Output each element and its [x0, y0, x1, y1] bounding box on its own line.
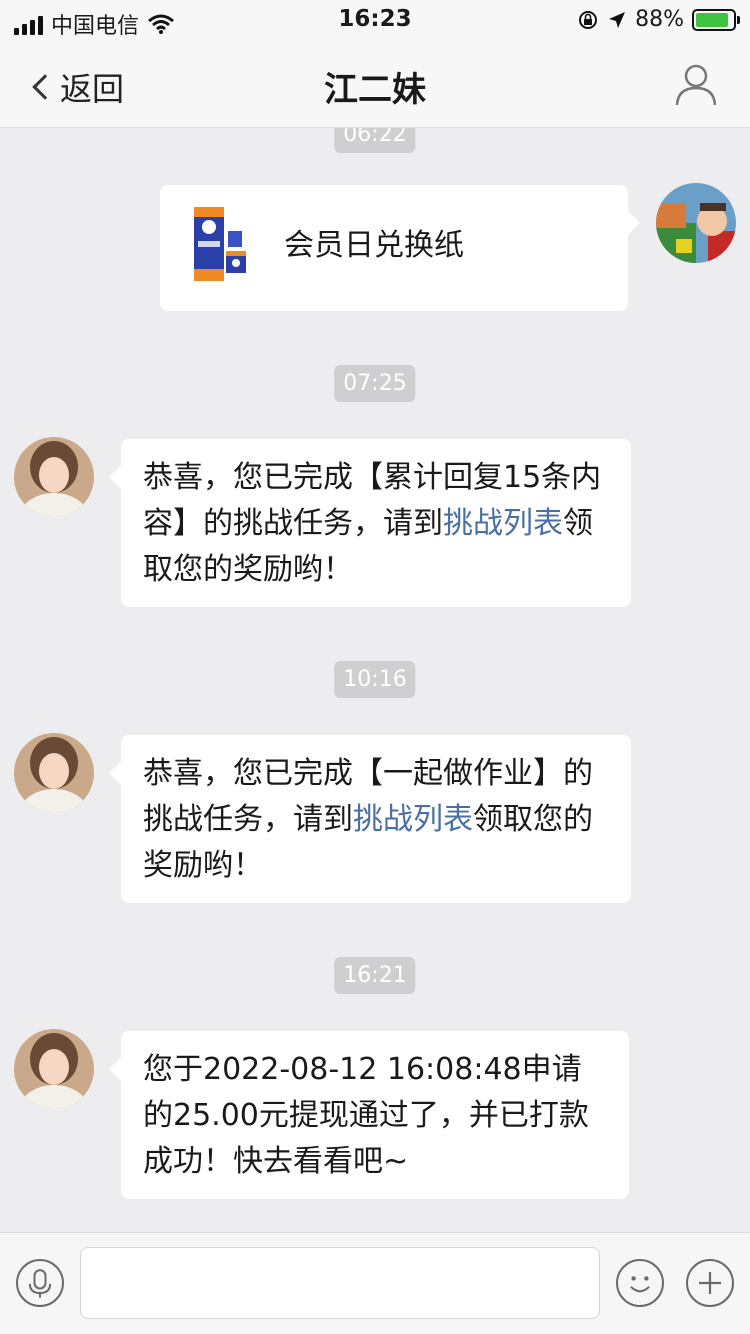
timestamp: 07:25	[334, 365, 416, 402]
user-avatar[interactable]	[656, 183, 736, 263]
rotation-lock-icon	[579, 10, 598, 29]
person-icon[interactable]	[672, 60, 720, 108]
bot-avatar[interactable]	[14, 733, 94, 813]
signal-strength-icon	[14, 13, 43, 35]
status-bar: 中国电信 16:23 88%	[0, 0, 750, 40]
message-text: 会员日兑换纸	[284, 228, 464, 263]
message-bubble[interactable]: 恭喜，您已完成【累计回复15条内容】的挑战任务，请到挑战列表领取您的奖励哟！	[109, 439, 631, 607]
input-bar	[0, 1232, 750, 1334]
nav-bar: 返回 江二妹	[0, 40, 750, 128]
plus-icon[interactable]	[686, 1259, 734, 1307]
message-bubble[interactable]: 恭喜，您已完成【一起做作业】的挑战任务，请到挑战列表领取您的奖励哟！	[109, 735, 631, 903]
location-arrow-icon	[609, 11, 626, 28]
battery-fill	[696, 12, 728, 27]
timestamp: 06:22	[334, 128, 416, 153]
bot-avatar[interactable]	[14, 1029, 94, 1109]
microphone-icon[interactable]	[16, 1259, 64, 1307]
chat-area[interactable]: 06:22 会员日兑换纸 07:25 恭喜，您已完成【累计回复15条内容】的挑战…	[0, 128, 750, 1232]
timestamp: 16:21	[334, 957, 416, 994]
bot-avatar[interactable]	[14, 437, 94, 517]
battery-icon	[692, 8, 740, 31]
tissue-pack-image	[194, 207, 246, 281]
message-bubble[interactable]: 您于2022-08-12 16:08:48申请的25.00元提现通过了，并已打款…	[109, 1031, 629, 1199]
challenge-list-link[interactable]: 挑战列表	[443, 506, 563, 541]
back-label: 返回	[60, 70, 125, 108]
battery-percent: 88%	[635, 7, 684, 32]
wifi-icon	[148, 14, 174, 34]
smiley-icon[interactable]	[616, 1259, 664, 1307]
message-bubble[interactable]: 会员日兑换纸	[160, 185, 640, 311]
message-text: 您于2022-08-12 16:08:48申请的25.00元提现通过了，并已打款…	[143, 1052, 589, 1179]
carrier-label: 中国电信	[51, 14, 140, 39]
message-input[interactable]	[80, 1247, 600, 1319]
back-button[interactable]: 返回	[28, 64, 124, 110]
chevron-left-icon	[32, 74, 58, 100]
timestamp: 10:16	[334, 661, 416, 698]
challenge-list-link[interactable]: 挑战列表	[353, 802, 473, 837]
